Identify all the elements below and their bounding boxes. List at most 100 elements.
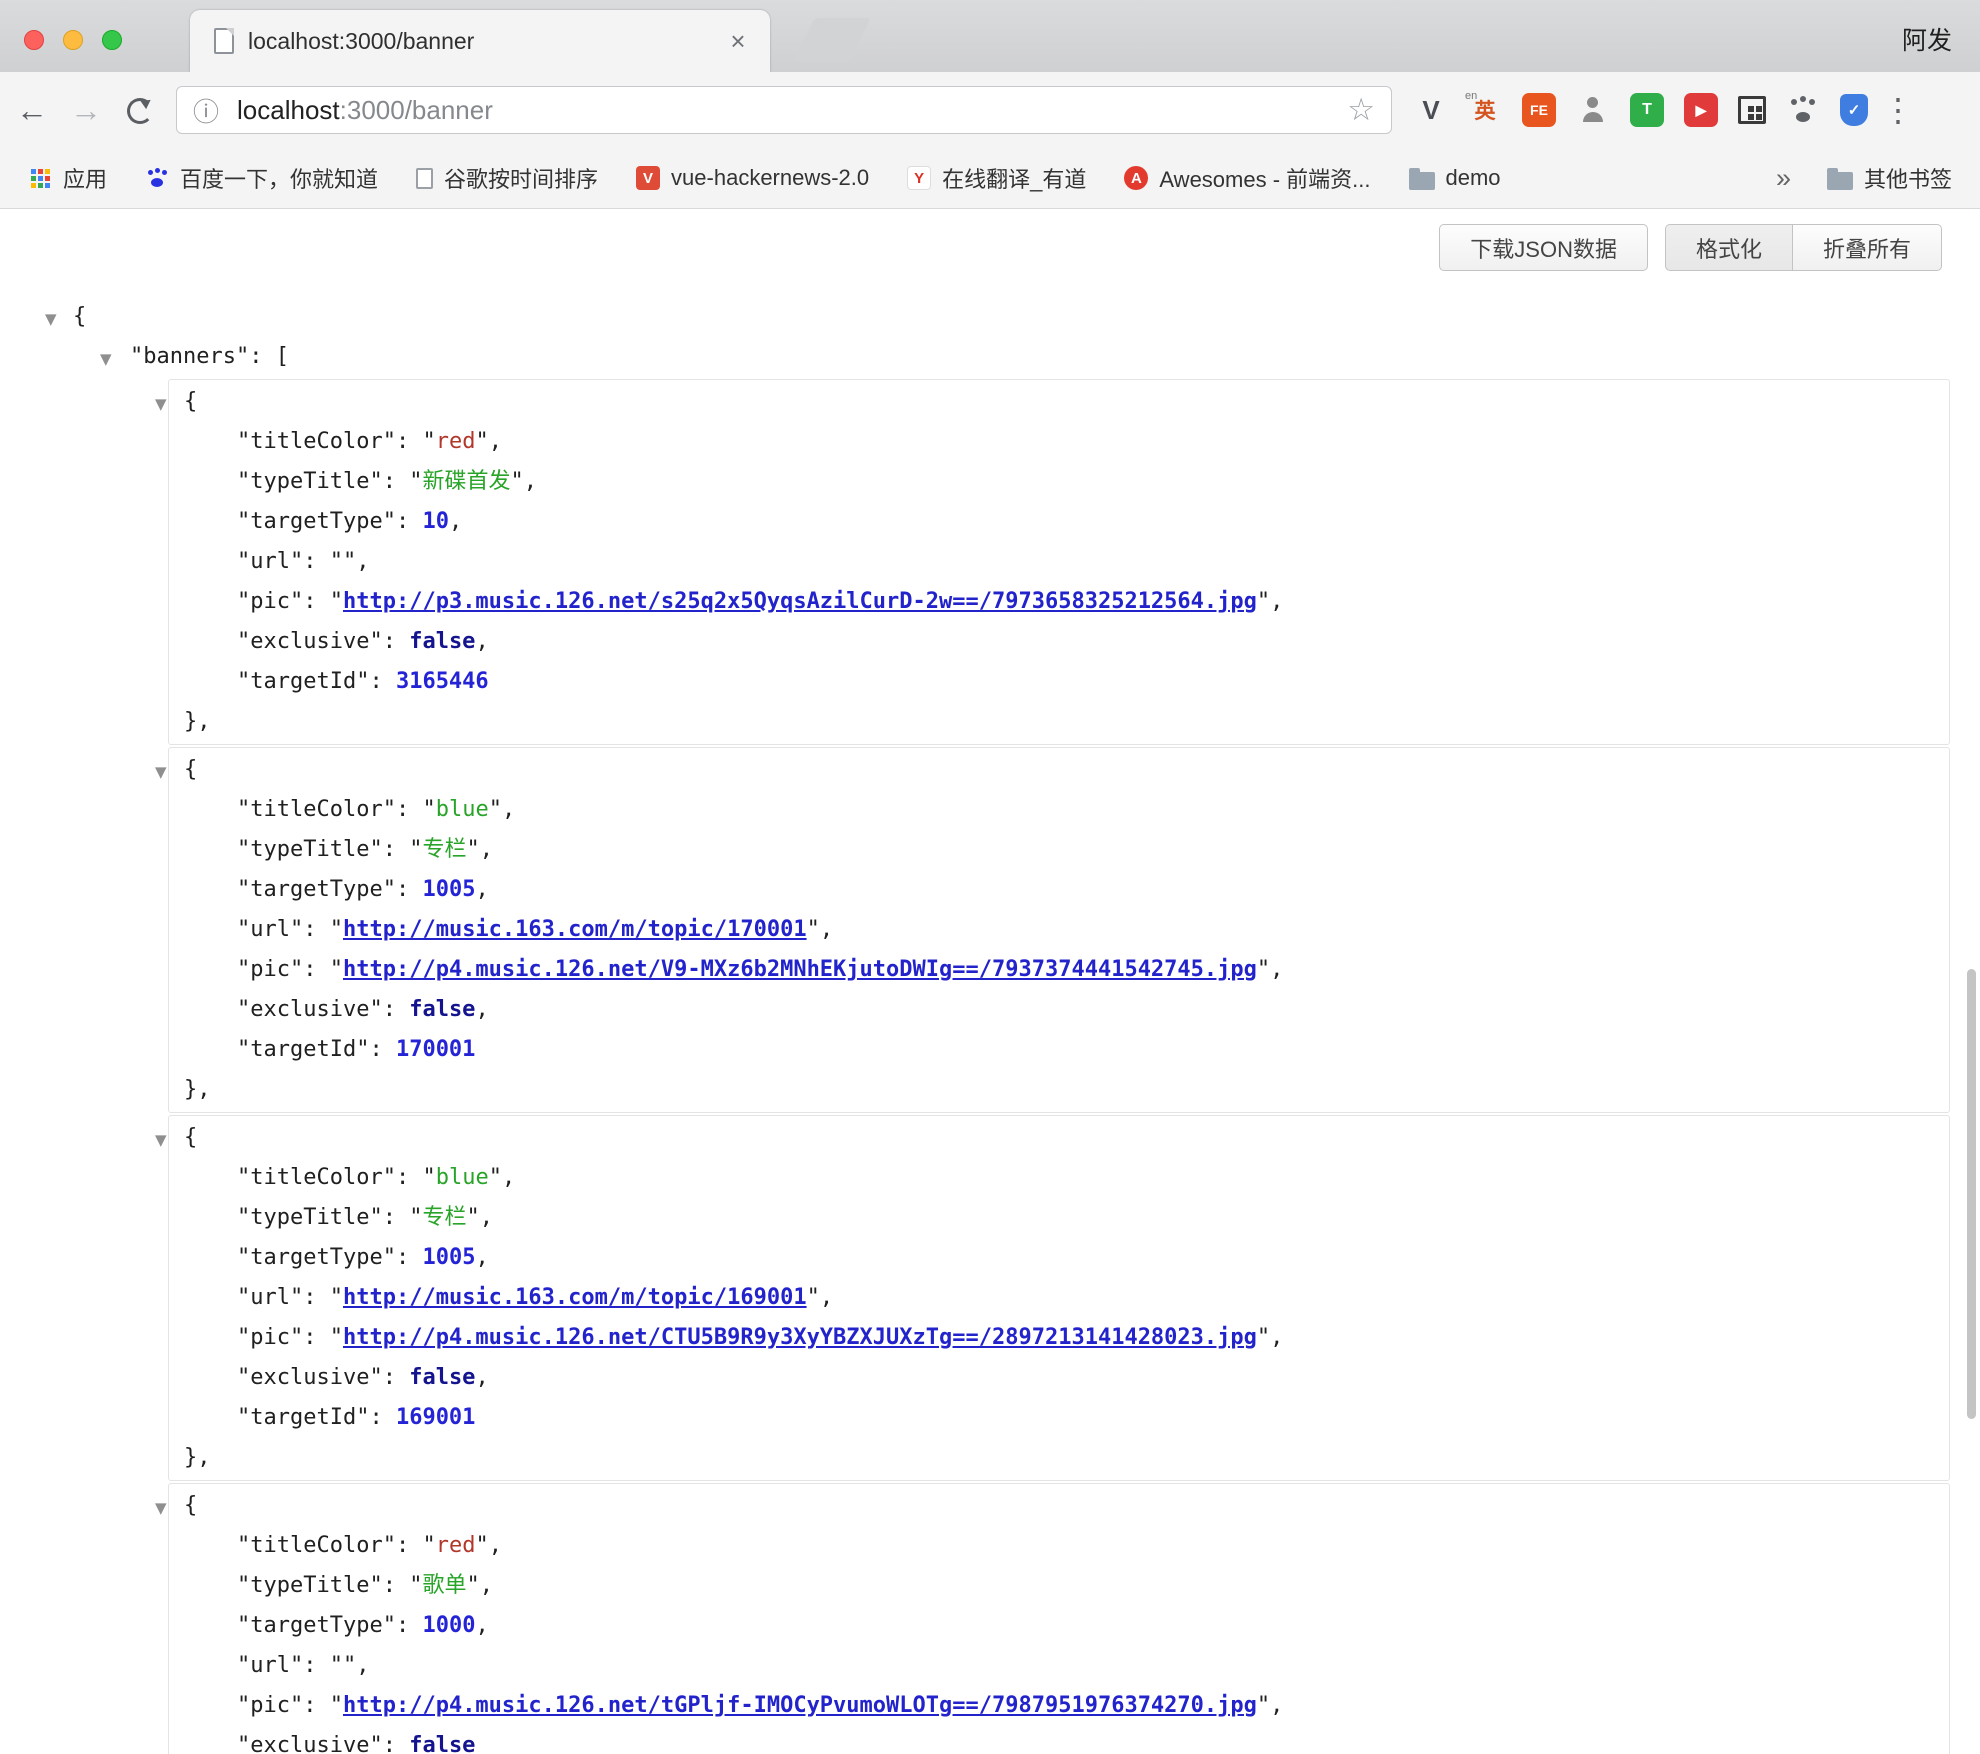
json-line: }, (169, 1070, 1949, 1110)
paw-icon[interactable] (1786, 93, 1820, 127)
json-link[interactable]: http://p3.music.126.net/s25q2x5QyqsAzilC… (343, 589, 1257, 614)
punctuation: : (383, 837, 410, 862)
json-key: "pic" (237, 957, 303, 982)
json-key: "targetId" (237, 669, 369, 694)
profile-name[interactable]: 阿发 (1902, 21, 1952, 57)
bookmarks-overflow-icon[interactable]: » (1776, 163, 1791, 194)
collapse-toggle-icon[interactable]: ▼ (155, 384, 167, 424)
quote: " (330, 1653, 343, 1678)
address-bar[interactable]: localhost:3000/banner (176, 86, 1392, 134)
punctuation: { (184, 1493, 197, 1518)
reload-button[interactable] (118, 92, 162, 128)
bookmark-item[interactable]: vue-hackernews-2.0 (636, 165, 869, 191)
window-minimize-button[interactable] (63, 30, 83, 50)
quote: " (330, 589, 343, 614)
collapse-toggle-icon[interactable]: ▼ (45, 299, 57, 339)
quote: " (489, 797, 502, 822)
json-key: "typeTitle" (237, 469, 383, 494)
bookmark-label: 在线翻译_有道 (942, 162, 1086, 194)
qrcode-icon[interactable] (1738, 96, 1766, 124)
bookmark-label: 应用 (63, 162, 107, 194)
json-line: "url": "", (169, 1646, 1949, 1686)
json-line: "exclusive": false, (169, 990, 1949, 1030)
json-key: "exclusive" (237, 629, 383, 654)
page-icon (214, 28, 234, 54)
tab-title: localhost:3000/banner (248, 28, 722, 55)
collapse-toggle-icon[interactable]: ▼ (155, 752, 167, 792)
browser-menu-icon[interactable] (1882, 91, 1914, 129)
json-line: "url": "", (169, 542, 1949, 582)
green-ext-icon[interactable]: T (1630, 93, 1664, 127)
punctuation: , (502, 797, 515, 822)
video-play-icon[interactable]: ▶ (1684, 93, 1718, 127)
json-key: "typeTitle" (237, 1205, 383, 1230)
json-key: "titleColor" (237, 1165, 396, 1190)
json-line: "titleColor": "blue", (169, 790, 1949, 830)
quote: " (330, 1285, 343, 1310)
json-link[interactable]: http://p4.music.126.net/V9-MXz6b2MNhEKju… (343, 957, 1257, 982)
punctuation: }, (184, 1077, 211, 1102)
format-button[interactable]: 格式化 (1665, 224, 1792, 271)
bookmark-star-icon[interactable] (1347, 92, 1375, 128)
punctuation: : (303, 1693, 330, 1718)
people-icon[interactable] (1576, 93, 1610, 127)
collapse-toggle-icon[interactable]: ▼ (155, 1120, 167, 1160)
json-link[interactable]: http://music.163.com/m/topic/169001 (343, 1285, 807, 1310)
quote: " (807, 917, 820, 942)
quote: " (409, 1573, 422, 1598)
window-fullscreen-button[interactable] (102, 30, 122, 50)
bookmark-item[interactable]: Awesomes - 前端资... (1124, 162, 1370, 194)
quote: " (510, 469, 523, 494)
bookmark-item[interactable]: 应用 (28, 162, 107, 194)
collapse-toggle-icon[interactable]: ▼ (100, 339, 112, 379)
punctuation: , (356, 1653, 369, 1678)
bookmark-item[interactable]: 百度一下，你就知道 (145, 162, 378, 194)
punctuation: , (480, 1573, 493, 1598)
tab-strip: localhost:3000/banner 阿发 (0, 0, 1980, 72)
blue-shield-icon[interactable]: ✓ (1840, 94, 1868, 126)
json-string-value: 专栏 (422, 837, 466, 862)
other-bookmarks[interactable]: 其他书签 (1827, 162, 1952, 194)
scrollbar-thumb[interactable] (1967, 969, 1976, 1419)
vimium-icon[interactable]: V (1414, 93, 1448, 127)
banner-object: ▼{"titleColor": "blue","typeTitle": "专栏"… (168, 1115, 1950, 1481)
json-line: "exclusive": false (169, 1726, 1949, 1754)
bookmark-label: demo (1446, 165, 1501, 191)
url-host: localhost (237, 95, 340, 125)
bookmark-item[interactable]: 在线翻译_有道 (907, 162, 1086, 194)
quote: " (343, 549, 356, 574)
bookmark-item[interactable]: demo (1409, 165, 1501, 191)
quote: " (466, 1573, 479, 1598)
translate-icon[interactable]: 英en (1468, 93, 1502, 127)
json-number-value: 3165446 (396, 669, 489, 694)
download-json-button[interactable]: 下载JSON数据 (1439, 224, 1648, 271)
forward-button[interactable] (64, 92, 108, 129)
info-icon[interactable] (193, 92, 219, 129)
new-tab-button[interactable] (793, 18, 870, 62)
fehelper-icon[interactable]: FE (1522, 93, 1556, 127)
json-link[interactable]: http://p4.music.126.net/tGPljf-IMOCyPvum… (343, 1693, 1257, 1718)
page-content: 下载JSON数据 格式化 折叠所有 ▼{▼"banners": [▼{"titl… (0, 209, 1980, 1754)
banner-object: ▼{"titleColor": "red","typeTitle": "歌单",… (168, 1483, 1950, 1754)
window-close-button[interactable] (24, 30, 44, 50)
json-link[interactable]: http://p4.music.126.net/CTU5B9R9y3XyYBZX… (343, 1325, 1257, 1350)
extension-badge: en (1465, 90, 1477, 102)
tab-close-icon[interactable] (722, 26, 754, 56)
back-button[interactable] (10, 92, 54, 129)
collapse-toggle-icon[interactable]: ▼ (155, 1488, 167, 1528)
json-line: "targetType": 1000, (169, 1606, 1949, 1646)
json-key: "url" (237, 549, 303, 574)
json-line: "titleColor": "blue", (169, 1158, 1949, 1198)
browser-tab[interactable]: localhost:3000/banner (190, 10, 770, 72)
json-string-value: red (436, 429, 476, 454)
punctuation: , (820, 917, 833, 942)
json-key: "targetType" (237, 877, 396, 902)
bookmark-item[interactable]: 谷歌按时间排序 (416, 162, 598, 194)
json-line: "exclusive": false, (169, 1358, 1949, 1398)
punctuation: : (396, 429, 423, 454)
json-number-value: 1000 (422, 1613, 475, 1638)
json-link[interactable]: http://music.163.com/m/topic/170001 (343, 917, 807, 942)
quote: " (409, 837, 422, 862)
json-line: ▼{ (169, 382, 1949, 422)
collapse-all-button[interactable]: 折叠所有 (1792, 224, 1942, 271)
